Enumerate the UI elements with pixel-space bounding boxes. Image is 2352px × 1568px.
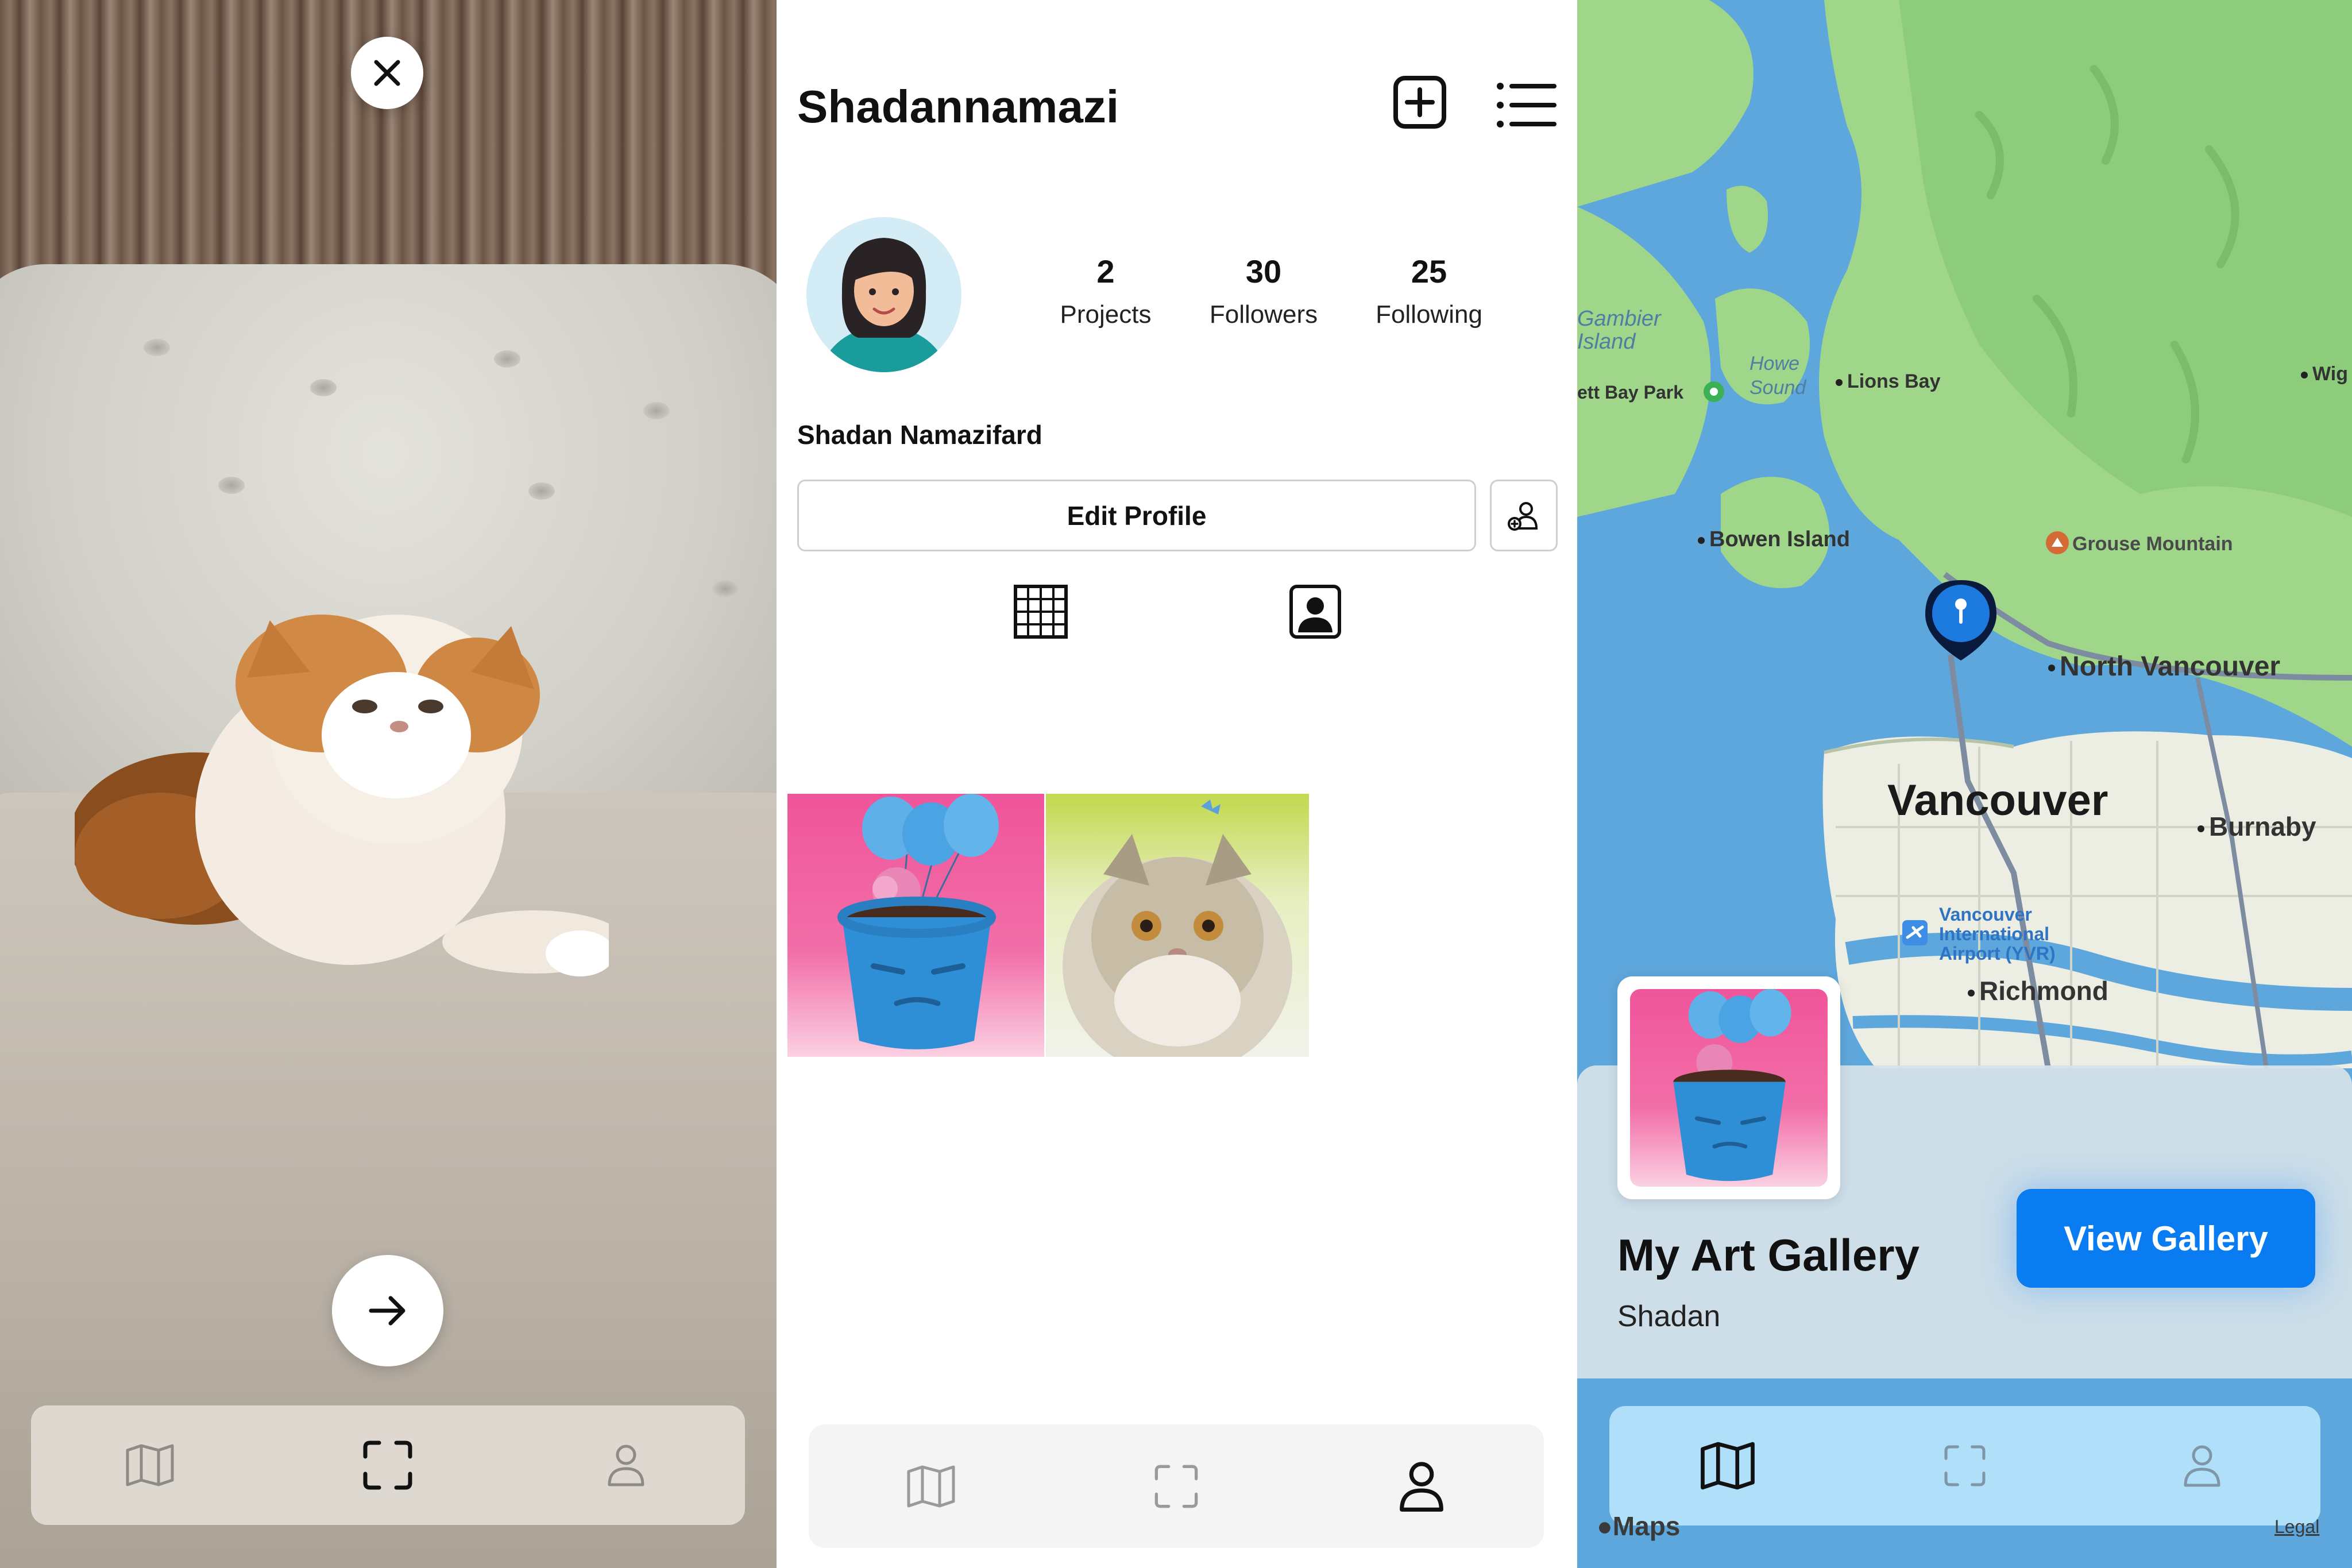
tab-map[interactable] <box>899 1455 963 1518</box>
gallery-owner: Shadan <box>1617 1300 1721 1333</box>
gallery-title: My Art Gallery <box>1617 1230 1920 1280</box>
kitten-photo <box>75 615 609 976</box>
add-square-icon <box>1393 76 1446 129</box>
map-label-airport: Vancouver International Airport (YVR) <box>1939 904 2056 964</box>
tab-profile[interactable] <box>1390 1455 1453 1518</box>
menu-button[interactable] <box>1494 79 1558 131</box>
camera-tab-bar <box>31 1405 745 1525</box>
map-label-howe-sound: Howe Sound <box>1749 353 1806 399</box>
sofa-tuft <box>144 339 170 356</box>
map-icon <box>126 1444 174 1486</box>
gallery-thumbnail[interactable] <box>1617 976 1840 1199</box>
tab-grid[interactable] <box>1012 583 1069 640</box>
tab-map[interactable] <box>118 1434 181 1497</box>
next-button[interactable] <box>332 1255 443 1366</box>
avatar[interactable] <box>806 217 961 372</box>
map-screen: Gambier Island Howe Sound ett Bay Park L… <box>1577 0 2352 1568</box>
stat-value: 30 <box>1245 253 1282 289</box>
flower-pot-art <box>837 794 999 1049</box>
camera-screen <box>0 0 777 1568</box>
map-label-richmond: Richmond <box>1968 975 2108 1006</box>
sofa-tuft <box>218 477 245 494</box>
sofa-tuft <box>712 580 739 597</box>
arrow-right-icon <box>369 1296 405 1326</box>
tab-scan[interactable] <box>1145 1455 1208 1518</box>
scan-icon <box>363 1440 412 1490</box>
maps-attribution[interactable]: ●Maps <box>1597 1511 1680 1542</box>
stat-value: 25 <box>1411 253 1447 289</box>
sofa-tuft <box>494 350 520 368</box>
stat-label: Followers <box>1209 300 1318 329</box>
flower-pot-art <box>1673 989 1791 1181</box>
profile-icon <box>608 1445 644 1486</box>
list-menu-icon <box>1497 83 1557 128</box>
map-label-north-vancouver: North Vancouver <box>2048 651 2280 682</box>
tab-map[interactable] <box>1696 1434 1759 1497</box>
sofa-tuft <box>528 482 555 500</box>
sofa-tuft <box>310 379 337 396</box>
profile-screen: Shadannamazi 2 Projects 30 Followers 25 … <box>777 0 1577 1568</box>
map-tab-bar <box>1609 1406 2320 1525</box>
map-label-vancouver: Vancouver <box>1887 776 2108 825</box>
profile-tab-bar <box>809 1424 1544 1548</box>
persian-cat-art <box>1063 800 1292 1057</box>
profile-full-name: Shadan Namazifard <box>797 420 1042 450</box>
scan-icon <box>1154 1465 1198 1508</box>
tagged-icon <box>1289 585 1341 639</box>
avatar-illustration <box>821 238 947 372</box>
map-label-gambier: Gambier Island <box>1577 307 1661 354</box>
tab-tagged[interactable] <box>1287 583 1344 640</box>
sofa-tuft <box>643 402 670 419</box>
close-button[interactable] <box>351 37 423 109</box>
close-icon <box>374 60 400 86</box>
project-thumbnail[interactable] <box>787 794 1044 1057</box>
map-icon <box>1701 1442 1755 1490</box>
project-thumbnail[interactable] <box>1046 794 1309 1057</box>
map-label-park: ett Bay Park <box>1577 382 1683 403</box>
tab-profile[interactable] <box>594 1434 658 1497</box>
add-person-icon <box>1508 501 1538 531</box>
map-label-lions-bay: Lions Bay <box>1836 370 1940 393</box>
stat-projects[interactable]: 2 Projects <box>1031 253 1180 329</box>
tab-profile[interactable] <box>2171 1434 2234 1497</box>
map-label-burnaby: Burnaby <box>2197 811 2316 842</box>
map-icon <box>907 1465 955 1507</box>
stat-value: 2 <box>1096 253 1115 289</box>
map-label-grouse: Grouse Mountain <box>2072 533 2233 555</box>
stat-following[interactable]: 25 Following <box>1354 253 1504 329</box>
tab-scan[interactable] <box>356 1434 419 1497</box>
stat-label: Following <box>1376 300 1482 329</box>
legal-link[interactable]: Legal <box>2274 1516 2319 1538</box>
apple-logo-icon: ● <box>1597 1511 1613 1541</box>
edit-profile-button[interactable]: Edit Profile <box>797 480 1476 551</box>
profile-username: Shadannamazi <box>797 81 1119 132</box>
new-project-button[interactable] <box>1391 74 1449 131</box>
grid-icon <box>1014 585 1068 639</box>
profile-icon <box>2184 1445 2220 1487</box>
profile-icon <box>1399 1461 1443 1512</box>
stat-label: Projects <box>1060 300 1152 329</box>
tab-scan[interactable] <box>1933 1434 1996 1497</box>
map-label-bowen: Bowen Island <box>1698 527 1850 552</box>
view-gallery-button[interactable]: View Gallery <box>2017 1189 2315 1288</box>
map-label-wig: Wig <box>2301 363 2348 385</box>
scan-icon <box>1944 1445 1986 1486</box>
add-friend-button[interactable] <box>1490 480 1558 551</box>
stat-followers[interactable]: 30 Followers <box>1189 253 1338 329</box>
